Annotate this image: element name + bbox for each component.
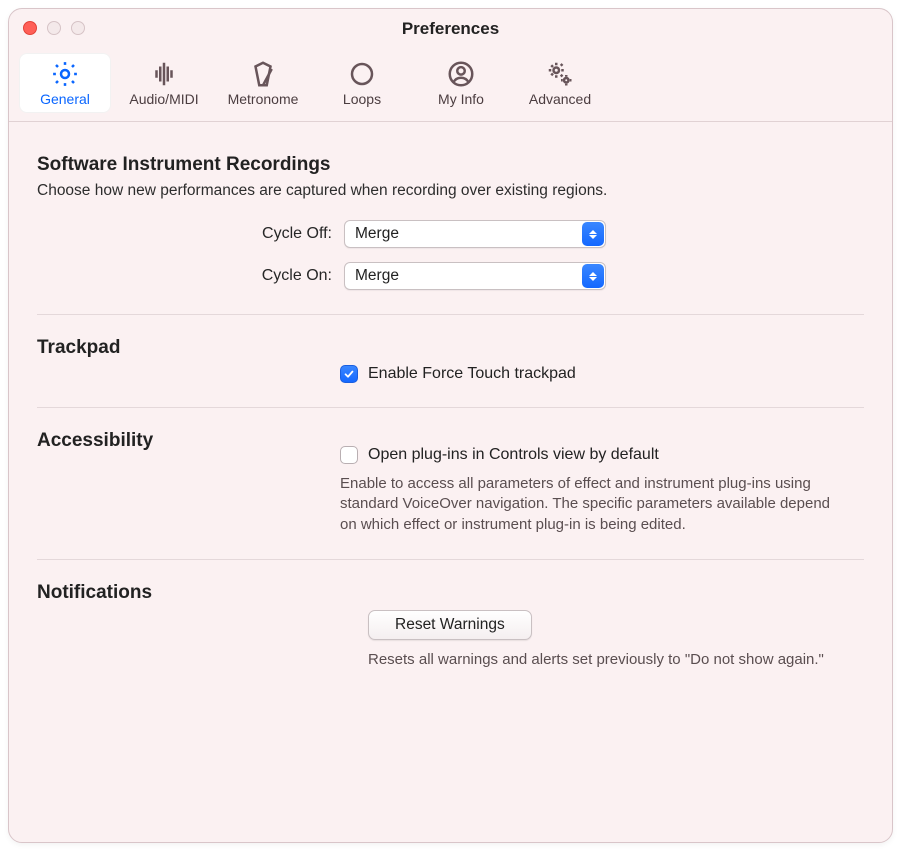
tab-loops[interactable]: Loops <box>316 53 408 113</box>
tab-label: Metronome <box>228 91 299 107</box>
enable-force-touch-label: Enable Force Touch trackpad <box>368 365 576 383</box>
divider <box>37 559 864 560</box>
enable-force-touch-checkbox[interactable] <box>340 365 358 383</box>
loop-icon <box>347 59 377 89</box>
open-plugins-controls-view-checkbox[interactable] <box>340 446 358 464</box>
reset-warnings-button[interactable]: Reset Warnings <box>368 610 532 640</box>
up-down-arrows-icon <box>582 264 604 288</box>
section-description: Choose how new performances are captured… <box>37 182 864 200</box>
cycle-on-select[interactable]: Merge <box>344 262 606 290</box>
metronome-icon <box>248 59 278 89</box>
section-title-accessibility: Accessibility <box>37 430 340 452</box>
divider <box>37 407 864 408</box>
cycle-off-label: Cycle Off: <box>37 225 344 243</box>
person-circle-icon <box>446 59 476 89</box>
tab-advanced[interactable]: Advanced <box>514 53 606 113</box>
tab-label: Loops <box>343 91 381 107</box>
tab-label: Audio/MIDI <box>129 91 198 107</box>
gears-icon <box>545 59 575 89</box>
section-title-notifications: Notifications <box>37 582 340 604</box>
section-title-trackpad: Trackpad <box>37 337 340 359</box>
open-plugins-controls-view-label: Open plug-ins in Controls view by defaul… <box>368 446 659 464</box>
tab-label: General <box>40 91 90 107</box>
close-window-button[interactable] <box>23 21 37 35</box>
toolbar: General Audio/MIDI Metronome Loops <box>9 49 892 122</box>
tab-label: Advanced <box>529 91 591 107</box>
section-title-software-instrument-recordings: Software Instrument Recordings <box>37 154 864 176</box>
tab-my-info[interactable]: My Info <box>415 53 507 113</box>
divider <box>37 314 864 315</box>
tab-general[interactable]: General <box>19 53 111 113</box>
cycle-on-value: Merge <box>355 267 399 285</box>
tab-label: My Info <box>438 91 484 107</box>
reset-warnings-button-label: Reset Warnings <box>395 616 505 634</box>
cycle-off-select[interactable]: Merge <box>344 220 606 248</box>
window-title: Preferences <box>402 19 499 39</box>
tab-metronome[interactable]: Metronome <box>217 53 309 113</box>
window-controls <box>23 21 85 35</box>
cycle-on-label: Cycle On: <box>37 267 344 285</box>
accessibility-help-text: Enable to access all parameters of effec… <box>340 474 840 535</box>
up-down-arrows-icon <box>582 222 604 246</box>
minimize-window-button[interactable] <box>47 21 61 35</box>
notifications-help-text: Resets all warnings and alerts set previ… <box>368 650 844 670</box>
cycle-off-value: Merge <box>355 225 399 243</box>
content-area: Software Instrument Recordings Choose ho… <box>9 122 892 842</box>
title-bar: Preferences <box>9 9 892 49</box>
zoom-window-button[interactable] <box>71 21 85 35</box>
preferences-window: Preferences General Audio/MIDI Metro <box>8 8 893 843</box>
gear-icon <box>50 59 80 89</box>
tab-audio-midi[interactable]: Audio/MIDI <box>118 53 210 113</box>
waveform-icon <box>149 59 179 89</box>
